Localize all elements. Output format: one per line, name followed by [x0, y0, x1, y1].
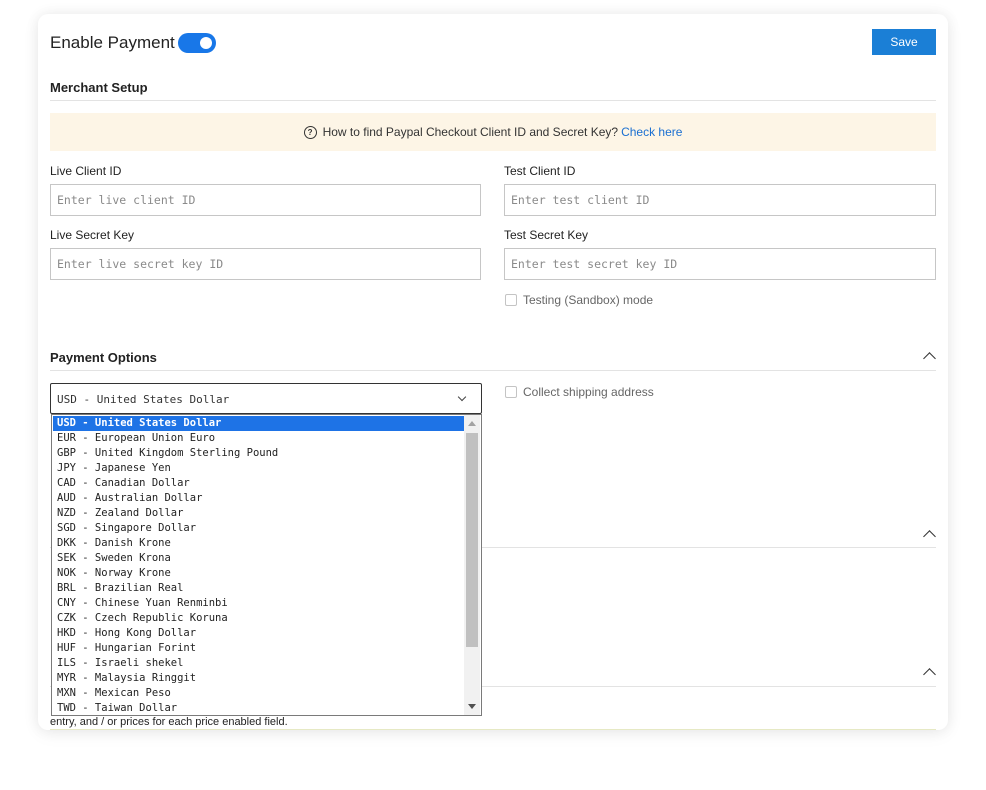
sandbox-mode-label: Testing (Sandbox) mode — [523, 293, 654, 307]
currency-option[interactable]: SEK - Sweden Krona — [53, 551, 464, 566]
test-client-id-input[interactable] — [504, 184, 936, 216]
currency-option[interactable]: AUD - Australian Dollar — [53, 491, 464, 506]
currency-option[interactable]: CAD - Canadian Dollar — [53, 476, 464, 491]
help-notice: ? How to find Paypal Checkout Client ID … — [50, 113, 936, 151]
currency-option[interactable]: CNY - Chinese Yuan Renminbi — [53, 596, 464, 611]
currency-option[interactable]: SGD - Singapore Dollar — [53, 521, 464, 536]
currency-select-value: USD - United States Dollar — [57, 393, 230, 406]
currency-option[interactable]: TWD - Taiwan Dollar — [53, 701, 464, 715]
scroll-down-arrow-icon[interactable] — [468, 704, 476, 709]
currency-dropdown-list[interactable]: USD - United States Dollar EUR - Europea… — [51, 414, 482, 716]
currency-option[interactable]: HUF - Hungarian Forint — [53, 641, 464, 656]
collect-shipping-label: Collect shipping address — [523, 385, 654, 399]
save-button[interactable]: Save — [872, 29, 936, 55]
test-secret-key-input[interactable] — [504, 248, 936, 280]
currency-option[interactable]: MYR - Malaysia Ringgit — [53, 671, 464, 686]
bottom-highlight-line — [50, 729, 936, 730]
currency-option[interactable]: BRL - Brazilian Real — [53, 581, 464, 596]
merchant-setup-title: Merchant Setup — [50, 80, 148, 95]
currency-option[interactable]: EUR - European Union Euro — [53, 431, 464, 446]
scrollbar-thumb[interactable] — [466, 433, 478, 647]
currency-option[interactable]: NOK - Norway Krone — [53, 566, 464, 581]
scroll-up-arrow-icon[interactable] — [468, 421, 476, 426]
dropdown-scrollbar[interactable] — [464, 415, 480, 715]
live-secret-key-input[interactable] — [50, 248, 481, 280]
currency-option[interactable]: NZD - Zealand Dollar — [53, 506, 464, 521]
currency-option[interactable]: USD - United States Dollar — [53, 416, 464, 431]
currency-option[interactable]: JPY - Japanese Yen — [53, 461, 464, 476]
enable-payment-toggle[interactable] — [178, 33, 216, 53]
payment-options-title: Payment Options — [50, 350, 157, 365]
currency-option[interactable]: DKK - Danish Krone — [53, 536, 464, 551]
currency-option[interactable]: GBP - United Kingdom Sterling Pound — [53, 446, 464, 461]
merchant-setup-divider — [50, 100, 936, 101]
enable-payment-label: Enable Payment — [50, 33, 175, 52]
currency-select[interactable]: USD - United States Dollar — [50, 383, 482, 414]
test-client-id-label: Test Client ID — [504, 164, 576, 178]
question-circle-icon: ? — [303, 125, 317, 139]
currency-option[interactable]: ILS - Israeli shekel — [53, 656, 464, 671]
currency-option[interactable]: CZK - Czech Republic Koruna — [53, 611, 464, 626]
test-secret-key-label: Test Secret Key — [504, 228, 589, 242]
chevron-down-icon — [457, 392, 467, 402]
currency-option[interactable]: HKD - Hong Kong Dollar — [53, 626, 464, 641]
collect-shipping-checkbox[interactable] — [505, 386, 517, 398]
sandbox-mode-checkbox[interactable] — [505, 294, 517, 306]
notice-text: How to find Paypal Checkout Client ID an… — [322, 125, 619, 139]
toggle-knob — [200, 37, 212, 49]
live-client-id-input[interactable] — [50, 184, 481, 216]
live-secret-key-label: Live Secret Key — [50, 228, 135, 242]
section-description-text: entry, and / or prices for each price en… — [50, 716, 288, 728]
payment-options-divider — [50, 370, 936, 371]
live-client-id-label: Live Client ID — [50, 164, 122, 178]
check-here-link[interactable]: Check here — [621, 125, 682, 139]
currency-option[interactable]: MXN - Mexican Peso — [53, 686, 464, 701]
